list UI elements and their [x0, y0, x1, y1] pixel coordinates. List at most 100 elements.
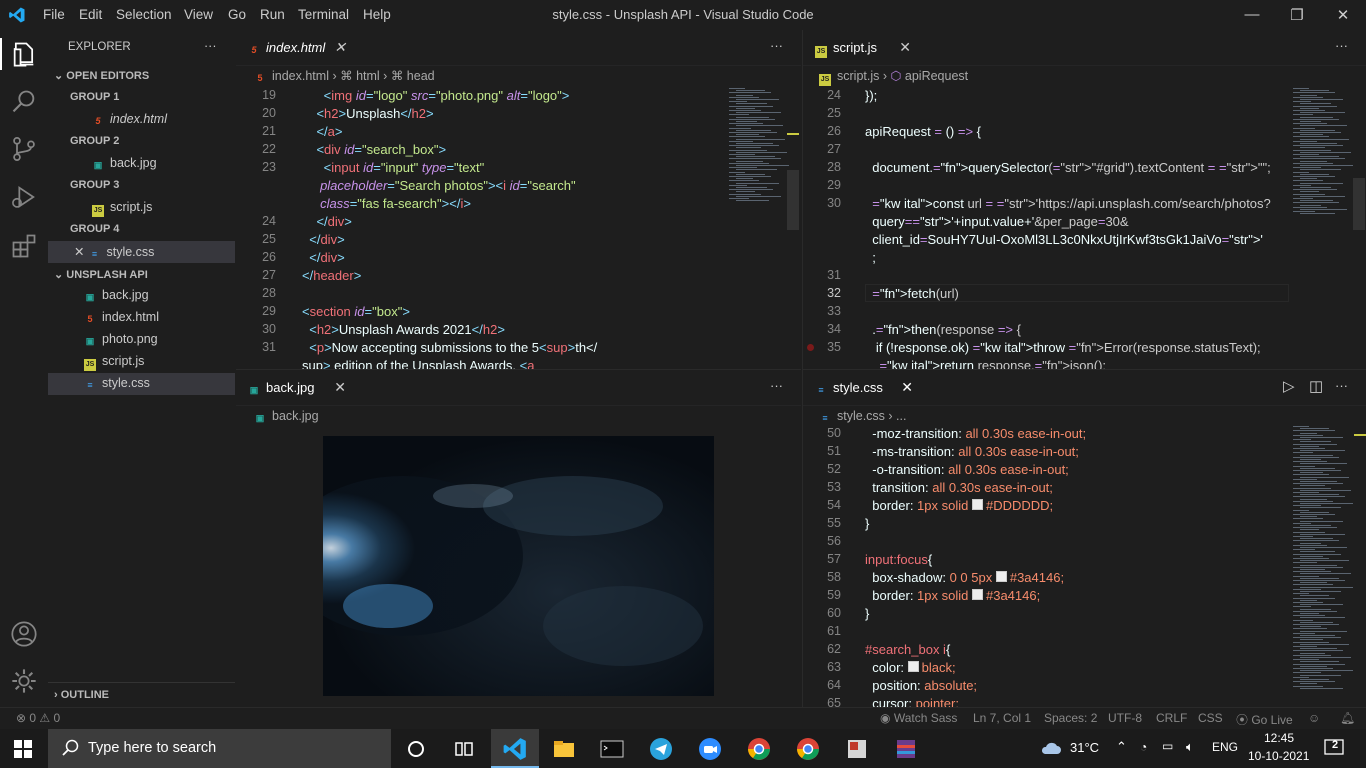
file-index-html[interactable]: 5 index.html	[84, 310, 159, 325]
file-photo-png[interactable]: ▣ photo.png	[84, 332, 158, 347]
encoding[interactable]: UTF-8	[1108, 711, 1142, 725]
open-editor-back-jpg[interactable]: ▣ back.jpg	[92, 156, 157, 171]
code-editor-js[interactable]: 24}); 25 26 apiRequest = () => {27 28 docume…	[803, 88, 1291, 369]
scrollbar-thumb[interactable]	[787, 170, 799, 230]
clock-time[interactable]: 12:45	[1264, 731, 1294, 745]
minimap-line	[1300, 169, 1341, 171]
extensions-icon[interactable]	[10, 232, 38, 260]
tab-index-html[interactable]: 5 index.html ✕	[236, 30, 354, 65]
maximize-button[interactable]: ❐	[1287, 6, 1307, 24]
language-mode[interactable]: CSS	[1198, 711, 1223, 725]
minimap-line	[1300, 459, 1321, 460]
close-tab-icon[interactable]: ✕	[901, 370, 913, 405]
close-window-button[interactable]: ✕	[1333, 6, 1353, 24]
minimap-html[interactable]	[729, 88, 789, 208]
run-icon[interactable]: ▷	[1283, 377, 1295, 395]
minimap-line	[1293, 452, 1313, 454]
app-icon[interactable]	[844, 736, 870, 762]
close-tab-icon[interactable]: ✕	[334, 30, 346, 65]
feedback-icon[interactable]: ☺	[1308, 711, 1320, 725]
minimap-line	[736, 138, 785, 140]
open-editor-script-js[interactable]: JS script.js	[92, 200, 152, 217]
close-icon[interactable]: ✕	[74, 245, 84, 259]
telegram-icon[interactable]	[648, 736, 674, 762]
notifications-icon[interactable]: 🔔︎	[1340, 711, 1355, 725]
tab-bar-html: 5 index.html ✕ ···	[236, 30, 801, 66]
clock-date[interactable]: 10-10-2021	[1248, 749, 1309, 763]
line-number: 52	[827, 462, 841, 476]
terminal-icon[interactable]	[599, 736, 625, 762]
chrome-profile-icon[interactable]	[746, 736, 772, 762]
open-editors-header[interactable]: ⌄ OPEN EDITORS	[54, 69, 149, 82]
minimap-line	[1293, 136, 1329, 138]
split-editor-icon[interactable]: ◫	[1309, 377, 1323, 395]
indentation[interactable]: Spaces: 2	[1044, 711, 1097, 725]
open-editor-index-html[interactable]: 5 index.html	[92, 112, 167, 127]
minimap-line	[1300, 129, 1335, 131]
zoom-icon[interactable]	[697, 736, 723, 762]
search-icon[interactable]	[10, 88, 38, 116]
project-folder-header[interactable]: ⌄ UNSPLASH API	[54, 268, 148, 281]
file-explorer-icon[interactable]	[551, 736, 577, 762]
cursor-position[interactable]: Ln 7, Col 1	[973, 711, 1031, 725]
breadcrumb: ≡ style.css › ...	[819, 405, 906, 427]
volume-icon[interactable]: 🔈︎	[1186, 739, 1194, 755]
windows-start-icon[interactable]	[14, 740, 32, 758]
run-debug-icon[interactable]	[10, 183, 38, 211]
chrome-icon[interactable]	[795, 736, 821, 762]
line-endings[interactable]: CRLF	[1156, 711, 1187, 725]
code-editor-html[interactable]: 19 <img id="logo" src="photo.png" alt="l…	[236, 88, 726, 369]
more-actions-button[interactable]: ···	[1335, 38, 1348, 53]
minimap-line	[1300, 489, 1351, 491]
line-number: 64	[827, 678, 841, 692]
outline-header[interactable]: › OUTLINE	[54, 689, 109, 701]
scrollbar-thumb[interactable]	[1353, 178, 1365, 230]
breakpoint-dot[interactable]	[807, 344, 814, 351]
weather-temperature[interactable]: 31°C	[1070, 740, 1099, 755]
code-editor-css[interactable]: 50 -moz-transition: all 0.30s ease-in-ou…	[803, 426, 1291, 708]
broadcast-icon: ⦿	[1236, 713, 1252, 727]
taskbar-search-box[interactable]: Type here to search	[48, 729, 391, 768]
line-number: 61	[827, 624, 841, 638]
minimap-line	[1300, 90, 1329, 92]
file-script-js[interactable]: JS script.js	[84, 354, 144, 371]
code-line: sup> edition of the Unsplash Awards. <a	[302, 358, 535, 369]
watch-sass-button[interactable]: ◉ Watch Sass	[880, 711, 957, 725]
minimize-button[interactable]: —	[1242, 6, 1262, 24]
wifi-icon[interactable]: ◔	[1140, 740, 1147, 754]
more-actions-button[interactable]: ···	[1335, 378, 1348, 393]
go-live-button[interactable]: ⦿ Go Live	[1236, 711, 1293, 728]
tab-back-jpg[interactable]: ▣ back.jpg ✕	[236, 370, 354, 405]
chevron-down-icon: ⌄	[54, 70, 67, 82]
file-style-css[interactable]: ≡ style.css	[84, 376, 150, 391]
battery-icon[interactable]: ▭	[1162, 739, 1173, 753]
file-back-jpg[interactable]: ▣ back.jpg	[84, 288, 149, 303]
task-view-icon[interactable]	[451, 736, 477, 762]
minimap-css[interactable]	[1293, 426, 1353, 706]
explorer-more-button[interactable]: ···	[204, 39, 217, 53]
minimap-line	[1300, 209, 1347, 210]
close-tab-icon[interactable]: ✕	[334, 370, 346, 405]
minimap-line	[1300, 143, 1337, 144]
settings-gear-icon[interactable]	[10, 667, 38, 695]
account-icon[interactable]	[10, 620, 38, 648]
source-control-icon[interactable]	[10, 135, 38, 163]
cortana-icon[interactable]	[403, 736, 429, 762]
winrar-icon[interactable]	[893, 736, 919, 762]
open-editor-style-css[interactable]: ✕ ≡ style.css	[74, 244, 154, 260]
explorer-icon[interactable]	[10, 40, 38, 68]
more-actions-button[interactable]: ···	[770, 38, 783, 53]
more-actions-button[interactable]: ···	[770, 378, 783, 393]
input-language[interactable]: ENG	[1212, 740, 1238, 754]
vscode-taskbar-icon[interactable]	[502, 736, 528, 762]
minimap-line	[729, 162, 769, 164]
chevron-up-icon[interactable]: ⌃	[1116, 739, 1127, 755]
minimap-js[interactable]	[1293, 88, 1353, 218]
tab-script-js[interactable]: JS script.js ✕	[803, 30, 919, 65]
weather-cloud-icon[interactable]	[1040, 740, 1062, 756]
minimap-line	[1293, 470, 1341, 471]
problems-indicator[interactable]: ⊗ 0 ⚠ 0	[16, 711, 60, 725]
tab-style-css[interactable]: ≡ style.css ✕	[803, 370, 921, 405]
minimap-line	[729, 127, 751, 129]
close-tab-icon[interactable]: ✕	[899, 30, 911, 65]
